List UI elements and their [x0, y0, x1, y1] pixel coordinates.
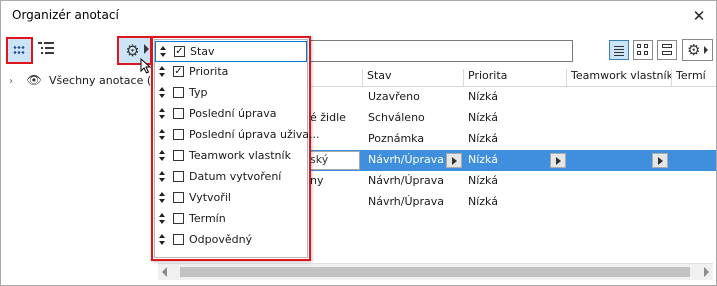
menu-item-label: Stav	[190, 45, 215, 58]
stav-dropdown-arrow-icon[interactable]	[446, 153, 462, 168]
column-header-priorita[interactable]: Priorita	[463, 69, 566, 86]
scroll-left-icon[interactable]	[162, 267, 167, 277]
cell-stav: Návrh/Úprava	[368, 195, 445, 208]
checkbox[interactable]	[173, 129, 184, 140]
grid-view-button[interactable]	[6, 37, 33, 64]
column-header-stav[interactable]: Stav	[362, 69, 460, 86]
tree-list-icon[interactable]	[38, 41, 54, 57]
menu-item-label: Datum vytvoření	[189, 170, 282, 183]
menu-item-stav[interactable]: ✓ Stav	[155, 41, 307, 62]
arrow-right-icon	[704, 46, 708, 54]
checkbox[interactable]	[173, 171, 184, 182]
cell-stav[interactable]: Návrh/Úprava	[368, 153, 444, 166]
cell-priorita: Nízká	[468, 174, 498, 187]
checkbox[interactable]	[173, 108, 184, 119]
close-icon[interactable]: ✕	[688, 5, 710, 27]
menu-item-responsible[interactable]: Odpovědný	[155, 230, 307, 251]
cell-priorita[interactable]: Nízká	[468, 153, 498, 166]
menu-item-created-by[interactable]: Vytvořil	[155, 188, 307, 209]
menu-item-label: Priorita	[189, 65, 229, 78]
tree-item-all-annotations[interactable]: › 👁 Všechny anotace (6)	[9, 73, 162, 89]
cell-priorita: Nízká	[468, 90, 498, 103]
menu-item-last-modified-by[interactable]: Poslední úprava uživa...	[155, 125, 320, 146]
checkbox[interactable]	[173, 87, 184, 98]
drag-handle-icon[interactable]	[158, 150, 165, 161]
table-row[interactable]: Návrh/Úprava Nízká	[306, 192, 716, 213]
drag-handle-icon[interactable]	[158, 66, 165, 77]
priorita-dropdown-arrow-icon[interactable]	[550, 153, 566, 168]
cell-name: é židle	[310, 111, 346, 124]
scrollbar-thumb[interactable]	[180, 267, 690, 277]
checkbox[interactable]	[173, 192, 184, 203]
chevron-right-icon[interactable]: ›	[9, 76, 19, 87]
drag-handle-icon[interactable]	[158, 129, 165, 140]
checkbox[interactable]	[173, 150, 184, 161]
checkbox[interactable]: ✓	[174, 46, 185, 57]
menu-item-label: Vytvořil	[189, 191, 231, 204]
cell-stav: Schváleno	[368, 111, 425, 124]
table-row[interactable]: ny Návrh/Úprava Nízká	[306, 171, 716, 192]
drag-handle-icon[interactable]	[158, 171, 165, 182]
table-row[interactable]: Poznámka Nízká	[306, 129, 716, 150]
eye-icon[interactable]: 👁	[27, 73, 43, 87]
cell-priorita: Nízká	[468, 111, 498, 124]
menu-item-label: Termín	[189, 212, 226, 225]
drag-handle-icon[interactable]	[158, 87, 165, 98]
menu-item-label: Poslední úprava uživa...	[189, 128, 320, 141]
table-row[interactable]: é židle Schváleno Nízká	[306, 108, 716, 129]
tree-item-label: Všechny anotace (6)	[49, 74, 163, 87]
menu-item-last-modified[interactable]: Poslední úprava	[155, 104, 307, 125]
checkbox[interactable]: ✓	[173, 66, 184, 77]
menu-item-label: Poslední úprava	[189, 107, 277, 120]
column-chooser-menu: ✓ Stav ✓ Priorita Typ Poslední úprava Po…	[151, 36, 320, 261]
cell-priorita: Nízká	[468, 195, 498, 208]
drag-handle-icon[interactable]	[158, 234, 165, 245]
annotation-table: Stav Priorita Teamwork vlastník Termí Uz…	[306, 67, 716, 259]
menu-item-date-created[interactable]: Datum vytvoření	[155, 167, 307, 188]
cell-stav: Uzavřeno	[368, 90, 420, 103]
owner-dropdown-arrow-icon[interactable]	[652, 153, 668, 168]
column-header-teamwork-owner[interactable]: Teamwork vlastník	[566, 69, 671, 86]
annotation-organizer-window: Organizér anotací ✕ ⚙ ⚙ › 👁 Všechny anot…	[0, 0, 717, 286]
drag-handle-icon[interactable]	[159, 46, 166, 57]
horizontal-scrollbar[interactable]	[158, 263, 713, 280]
settings-button[interactable]: ⚙	[682, 39, 713, 61]
arrow-right-icon	[144, 44, 149, 54]
scroll-right-icon[interactable]	[704, 267, 709, 277]
checkbox[interactable]	[173, 213, 184, 224]
list-view-button[interactable]	[609, 40, 629, 60]
menu-item-termin[interactable]: Termín	[155, 209, 307, 230]
cell-name: ny	[310, 174, 324, 187]
table-header: Stav Priorita Teamwork vlastník Termí	[306, 67, 716, 87]
menu-item-label: Teamwork vlastník	[189, 149, 291, 162]
drag-handle-icon[interactable]	[158, 108, 165, 119]
cell-stav: Návrh/Úprava	[368, 174, 445, 187]
grid-dots-icon	[13, 45, 25, 55]
cell-priorita: Nízká	[468, 132, 498, 145]
cell-stav: Poznámka	[368, 132, 425, 145]
grid-view-mode-button[interactable]	[633, 40, 653, 60]
title-bar: Organizér anotací ✕	[1, 1, 716, 33]
table-row[interactable]: Uzavřeno Nízká	[306, 87, 716, 108]
cell-name-editor[interactable]: ský	[306, 151, 360, 170]
menu-item-typ[interactable]: Typ	[155, 83, 307, 104]
table-row-selected[interactable]: ský Návrh/Úprava Nízká	[306, 150, 716, 171]
menu-item-label: Typ	[189, 86, 208, 99]
checkbox[interactable]	[173, 234, 184, 245]
window-title: Organizér anotací	[12, 8, 119, 22]
gear-icon: ⚙	[687, 41, 701, 59]
compact-view-button[interactable]	[657, 40, 677, 60]
mouse-cursor-icon	[140, 58, 152, 74]
gear-icon: ⚙	[125, 41, 140, 60]
column-header-termin[interactable]: Termí	[671, 69, 716, 86]
drag-handle-icon[interactable]	[158, 192, 165, 203]
column-chooser-list: ✓ Stav ✓ Priorita Typ Poslední úprava Po…	[154, 39, 320, 258]
search-input[interactable]	[305, 40, 573, 62]
menu-item-teamwork-owner[interactable]: Teamwork vlastník	[155, 146, 307, 167]
menu-item-priorita[interactable]: ✓ Priorita	[155, 62, 307, 83]
drag-handle-icon[interactable]	[158, 213, 165, 224]
menu-item-label: Odpovědný	[189, 233, 253, 246]
